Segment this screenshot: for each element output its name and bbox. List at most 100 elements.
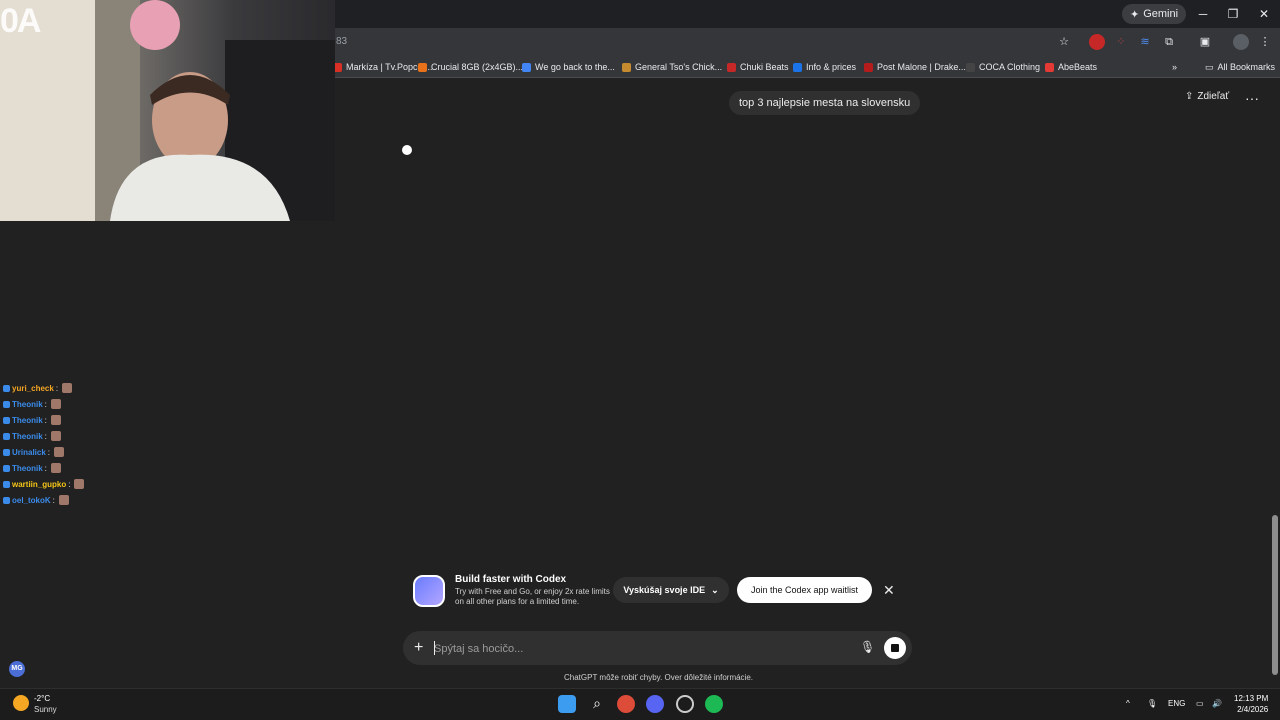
chevron-down-icon: ⌄	[711, 584, 719, 595]
stream-chat-username: Theonik	[12, 399, 43, 409]
address-bar[interactable]: 83	[336, 36, 347, 47]
star-icon[interactable]: ☆	[1056, 34, 1072, 50]
bookmark-item[interactable]: Crucial 8GB (2x4GB)...	[418, 60, 523, 74]
spotify-icon[interactable]	[705, 695, 723, 713]
extension-dots-icon[interactable]: ⁘	[1113, 34, 1129, 50]
clock-time: 12:13 PM	[1234, 694, 1269, 703]
bookmark-label: AbeBeats	[1058, 62, 1098, 72]
bookmark-favicon-icon	[966, 62, 975, 72]
user-message-bubble: top 3 najlepsie mesta na slovensku	[729, 91, 921, 115]
bookmark-item[interactable]: Post Malone | Drake...	[864, 60, 966, 74]
bookmark-label: COCA Clothing	[979, 62, 1041, 72]
bookmark-item[interactable]: AbeBeats	[1045, 60, 1097, 74]
more-bookmarks-icon[interactable]: »	[1172, 60, 1177, 74]
separator-colon: :	[44, 399, 47, 409]
stream-chat-line: Theonik :	[3, 399, 61, 409]
bookmark-item[interactable]: Chuki Beats	[727, 60, 789, 74]
separator-colon: :	[44, 431, 47, 441]
bookmark-favicon-icon	[622, 62, 631, 72]
stream-chat-username: Urinalick	[12, 447, 46, 457]
bookmark-item[interactable]: General Tso's Chick...	[622, 60, 722, 74]
badge-icon	[3, 416, 10, 424]
weather-temperature: -2°C	[34, 694, 51, 703]
emote-icon	[50, 431, 61, 441]
stream-chat-username: wartiin_gupko	[12, 479, 67, 489]
tray-chevron-up-icon[interactable]: ^	[1126, 699, 1130, 708]
chrome-icon[interactable]	[617, 695, 635, 713]
separator-colon: :	[68, 479, 71, 489]
emote-icon	[62, 383, 73, 393]
volume-icon[interactable]: 🔊	[1212, 699, 1222, 708]
search-icon[interactable]: ⌕	[588, 695, 606, 713]
text-caret	[434, 641, 435, 655]
badge-icon	[3, 432, 10, 440]
stream-chat-line: Theonik :	[3, 415, 61, 425]
add-attachment-icon[interactable]: +	[414, 639, 423, 657]
microphone-icon[interactable]: 🎙	[860, 640, 875, 654]
bookmark-label: Info & prices	[806, 62, 857, 72]
folder-icon: ▭	[1205, 61, 1214, 72]
try-ide-button[interactable]: Vyskúšaj svoje IDE ⌄	[613, 577, 729, 603]
close-banner-icon[interactable]: ✕	[883, 582, 895, 599]
discord-icon[interactable]	[646, 695, 664, 713]
sidepanel-icon[interactable]: ▣	[1197, 34, 1213, 50]
all-bookmarks[interactable]: ▭ All Bookmarks	[1205, 60, 1275, 74]
bookmark-item[interactable]: We go back to the...	[522, 60, 615, 74]
tray-microphone-icon[interactable]: 🎙	[1147, 699, 1157, 708]
bookmark-item[interactable]: COCA Clothing	[966, 60, 1040, 74]
profile-avatar[interactable]	[1233, 34, 1249, 50]
system-clock[interactable]: 12:13 PM 2/4/2026	[1234, 693, 1268, 715]
close-window-button[interactable]: ✕	[1254, 4, 1274, 24]
language-indicator[interactable]: ENG	[1168, 699, 1185, 708]
badge-icon	[3, 480, 10, 488]
bookmark-label: Post Malone | Drake...	[877, 62, 966, 72]
share-icon: ⇪	[1185, 91, 1194, 102]
stream-chat-username: Theonik	[12, 463, 43, 473]
bookmark-item[interactable]: Info & prices	[793, 60, 856, 74]
stream-avatar: MG	[9, 661, 25, 677]
scrollbar-thumb[interactable]	[1272, 515, 1278, 675]
clock-date: 2/4/2026	[1237, 705, 1269, 714]
separator-colon: :	[44, 415, 47, 425]
bookmark-favicon-icon	[1045, 62, 1054, 72]
emote-icon	[50, 399, 61, 409]
obs-icon[interactable]	[676, 695, 694, 713]
emote-icon	[50, 415, 61, 425]
badge-icon	[3, 384, 10, 392]
disclaimer-text: ChatGPT môže robiť chyby. Over dôležité …	[564, 673, 753, 682]
stream-chat-line: wartiin_gupko :	[3, 479, 85, 489]
webcam-feed: 0A	[0, 0, 335, 221]
more-options-icon[interactable]: ···	[1245, 90, 1259, 106]
codex-title: Build faster with Codex	[455, 574, 567, 585]
webcam-overlay-text: 0A	[0, 2, 41, 40]
weather-sun-icon[interactable]	[13, 695, 29, 711]
separator-colon: :	[44, 463, 47, 473]
share-button[interactable]: ⇪ Zdieľať	[1185, 91, 1229, 102]
prompt-input[interactable]	[434, 641, 814, 657]
thinking-indicator	[402, 145, 412, 155]
minimize-button[interactable]: ─	[1193, 4, 1213, 24]
extension-red-icon[interactable]	[1089, 34, 1105, 50]
bookmark-favicon-icon	[793, 62, 802, 72]
stream-chat-username: yuri_check	[12, 383, 54, 393]
share-label: Zdieľať	[1197, 91, 1230, 102]
windows-start-icon[interactable]	[558, 695, 576, 713]
codex-icon	[413, 575, 445, 607]
stream-chat-line: Urinalick :	[3, 447, 65, 457]
try-ide-label: Vyskúšaj svoje IDE	[623, 585, 706, 595]
browser-menu-icon[interactable]: ⋮	[1257, 34, 1273, 50]
gemini-button[interactable]: ✦ Gemini	[1122, 4, 1187, 24]
restore-button[interactable]: ❐	[1223, 4, 1243, 24]
bookmark-favicon-icon	[864, 62, 873, 72]
bookmark-favicon-icon	[727, 62, 736, 72]
bookmark-label: General Tso's Chick...	[635, 62, 723, 72]
gemini-label: Gemini	[1143, 8, 1179, 20]
badge-icon	[3, 464, 10, 472]
join-waitlist-button[interactable]: Join the Codex app waitlist	[737, 577, 872, 603]
badge-icon	[3, 400, 10, 408]
network-icon[interactable]: ▭	[1196, 699, 1204, 708]
bookmark-label: Chuki Beats	[740, 62, 789, 72]
stop-generating-button[interactable]	[884, 637, 906, 659]
extension-waves-icon[interactable]: ≋	[1137, 34, 1153, 50]
extensions-puzzle-icon[interactable]: ⧉	[1161, 34, 1177, 50]
